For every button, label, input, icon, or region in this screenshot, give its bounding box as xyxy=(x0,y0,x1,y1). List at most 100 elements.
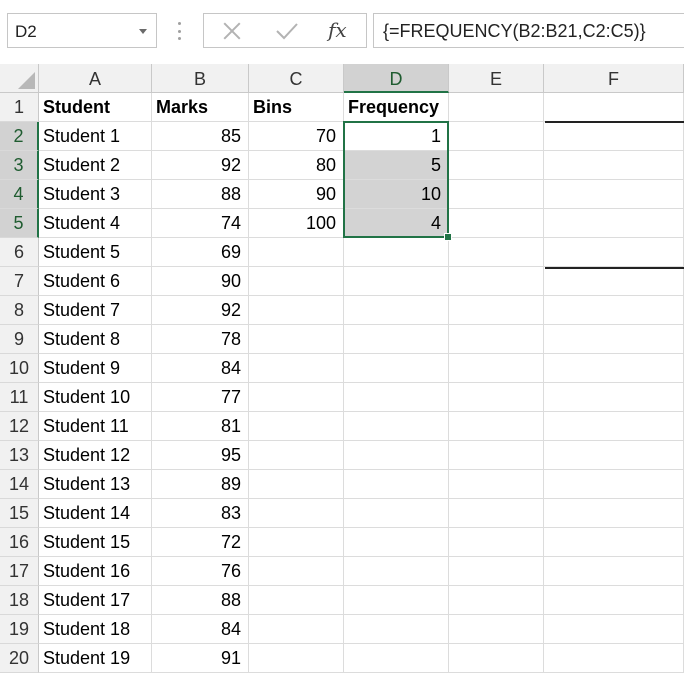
cell-d12[interactable] xyxy=(344,412,449,441)
cell-b10[interactable]: 84 xyxy=(152,354,249,383)
cell-d2[interactable]: 1 xyxy=(344,122,449,151)
cell-f12[interactable] xyxy=(544,412,684,441)
row-header-9[interactable]: 9 xyxy=(0,325,39,354)
cell-d11[interactable] xyxy=(344,383,449,412)
cell-b18[interactable]: 88 xyxy=(152,586,249,615)
name-box[interactable]: D2 xyxy=(7,13,157,48)
column-header-c[interactable]: C xyxy=(249,64,344,93)
cell-f16[interactable] xyxy=(544,528,684,557)
cell-e10[interactable] xyxy=(449,354,544,383)
cell-e7[interactable] xyxy=(449,267,544,296)
row-header-1[interactable]: 1 xyxy=(0,93,39,122)
cell-b7[interactable]: 90 xyxy=(152,267,249,296)
cell-c11[interactable] xyxy=(249,383,344,412)
cell-d10[interactable] xyxy=(344,354,449,383)
row-header-17[interactable]: 17 xyxy=(0,557,39,586)
cell-f14[interactable] xyxy=(544,470,684,499)
cell-a15[interactable]: Student 14 xyxy=(39,499,152,528)
cell-e4[interactable] xyxy=(449,180,544,209)
cell-c8[interactable] xyxy=(249,296,344,325)
cell-d3[interactable]: 5 xyxy=(344,151,449,180)
insert-function-icon[interactable]: fx xyxy=(328,17,356,43)
cell-a16[interactable]: Student 15 xyxy=(39,528,152,557)
cell-e13[interactable] xyxy=(449,441,544,470)
cell-d5[interactable]: 4 xyxy=(344,209,449,238)
formula-input[interactable]: {=FREQUENCY(B2:B21,C2:C5)} xyxy=(373,13,684,48)
row-header-2[interactable]: 2 xyxy=(0,122,39,151)
cell-a10[interactable]: Student 9 xyxy=(39,354,152,383)
cell-c17[interactable] xyxy=(249,557,344,586)
cell-d16[interactable] xyxy=(344,528,449,557)
cell-f15[interactable] xyxy=(544,499,684,528)
cell-f3[interactable] xyxy=(544,151,684,180)
cell-e2[interactable] xyxy=(449,122,544,151)
cell-a9[interactable]: Student 8 xyxy=(39,325,152,354)
cell-a5[interactable]: Student 4 xyxy=(39,209,152,238)
cell-a12[interactable]: Student 11 xyxy=(39,412,152,441)
cell-c15[interactable] xyxy=(249,499,344,528)
cell-a20[interactable]: Student 19 xyxy=(39,644,152,673)
cell-b11[interactable]: 77 xyxy=(152,383,249,412)
cell-d4[interactable]: 10 xyxy=(344,180,449,209)
cell-c5[interactable]: 100 xyxy=(249,209,344,238)
cell-a13[interactable]: Student 12 xyxy=(39,441,152,470)
cell-e3[interactable] xyxy=(449,151,544,180)
cell-e11[interactable] xyxy=(449,383,544,412)
cell-d15[interactable] xyxy=(344,499,449,528)
cell-a3[interactable]: Student 2 xyxy=(39,151,152,180)
cell-d13[interactable] xyxy=(344,441,449,470)
cell-f13[interactable] xyxy=(544,441,684,470)
cell-e16[interactable] xyxy=(449,528,544,557)
row-header-18[interactable]: 18 xyxy=(0,586,39,615)
cell-d20[interactable] xyxy=(344,644,449,673)
cell-c9[interactable] xyxy=(249,325,344,354)
row-header-4[interactable]: 4 xyxy=(0,180,39,209)
cell-b6[interactable]: 69 xyxy=(152,238,249,267)
column-header-a[interactable]: A xyxy=(39,64,152,93)
cell-c4[interactable]: 90 xyxy=(249,180,344,209)
cell-b17[interactable]: 76 xyxy=(152,557,249,586)
cell-a17[interactable]: Student 16 xyxy=(39,557,152,586)
cell-d19[interactable] xyxy=(344,615,449,644)
cell-c10[interactable] xyxy=(249,354,344,383)
cell-f5[interactable] xyxy=(544,209,684,238)
row-header-13[interactable]: 13 xyxy=(0,441,39,470)
cell-f7[interactable] xyxy=(544,267,684,296)
cell-f9[interactable] xyxy=(544,325,684,354)
cell-e9[interactable] xyxy=(449,325,544,354)
cancel-x-icon[interactable] xyxy=(218,18,246,44)
column-header-e[interactable]: E xyxy=(449,64,544,93)
cell-c7[interactable] xyxy=(249,267,344,296)
cell-d14[interactable] xyxy=(344,470,449,499)
cell-c1[interactable]: Bins xyxy=(249,93,344,122)
cell-e15[interactable] xyxy=(449,499,544,528)
cell-c19[interactable] xyxy=(249,615,344,644)
cell-c12[interactable] xyxy=(249,412,344,441)
row-header-19[interactable]: 19 xyxy=(0,615,39,644)
cell-f6[interactable] xyxy=(544,238,684,267)
cell-d6[interactable] xyxy=(344,238,449,267)
row-header-15[interactable]: 15 xyxy=(0,499,39,528)
formula-bar-grip-icon[interactable] xyxy=(176,22,182,40)
column-header-d[interactable]: D xyxy=(344,64,449,93)
cell-f11[interactable] xyxy=(544,383,684,412)
cell-f20[interactable] xyxy=(544,644,684,673)
cell-e12[interactable] xyxy=(449,412,544,441)
cell-e14[interactable] xyxy=(449,470,544,499)
cell-a11[interactable]: Student 10 xyxy=(39,383,152,412)
cell-a19[interactable]: Student 18 xyxy=(39,615,152,644)
row-header-6[interactable]: 6 xyxy=(0,238,39,267)
cell-a18[interactable]: Student 17 xyxy=(39,586,152,615)
cell-b20[interactable]: 91 xyxy=(152,644,249,673)
column-header-f[interactable]: F xyxy=(544,64,684,93)
cell-f18[interactable] xyxy=(544,586,684,615)
row-header-5[interactable]: 5 xyxy=(0,209,39,238)
cell-b1[interactable]: Marks xyxy=(152,93,249,122)
cell-c3[interactable]: 80 xyxy=(249,151,344,180)
cell-a1[interactable]: Student xyxy=(39,93,152,122)
cell-a4[interactable]: Student 3 xyxy=(39,180,152,209)
cell-b16[interactable]: 72 xyxy=(152,528,249,557)
row-header-12[interactable]: 12 xyxy=(0,412,39,441)
cell-b4[interactable]: 88 xyxy=(152,180,249,209)
cell-b14[interactable]: 89 xyxy=(152,470,249,499)
